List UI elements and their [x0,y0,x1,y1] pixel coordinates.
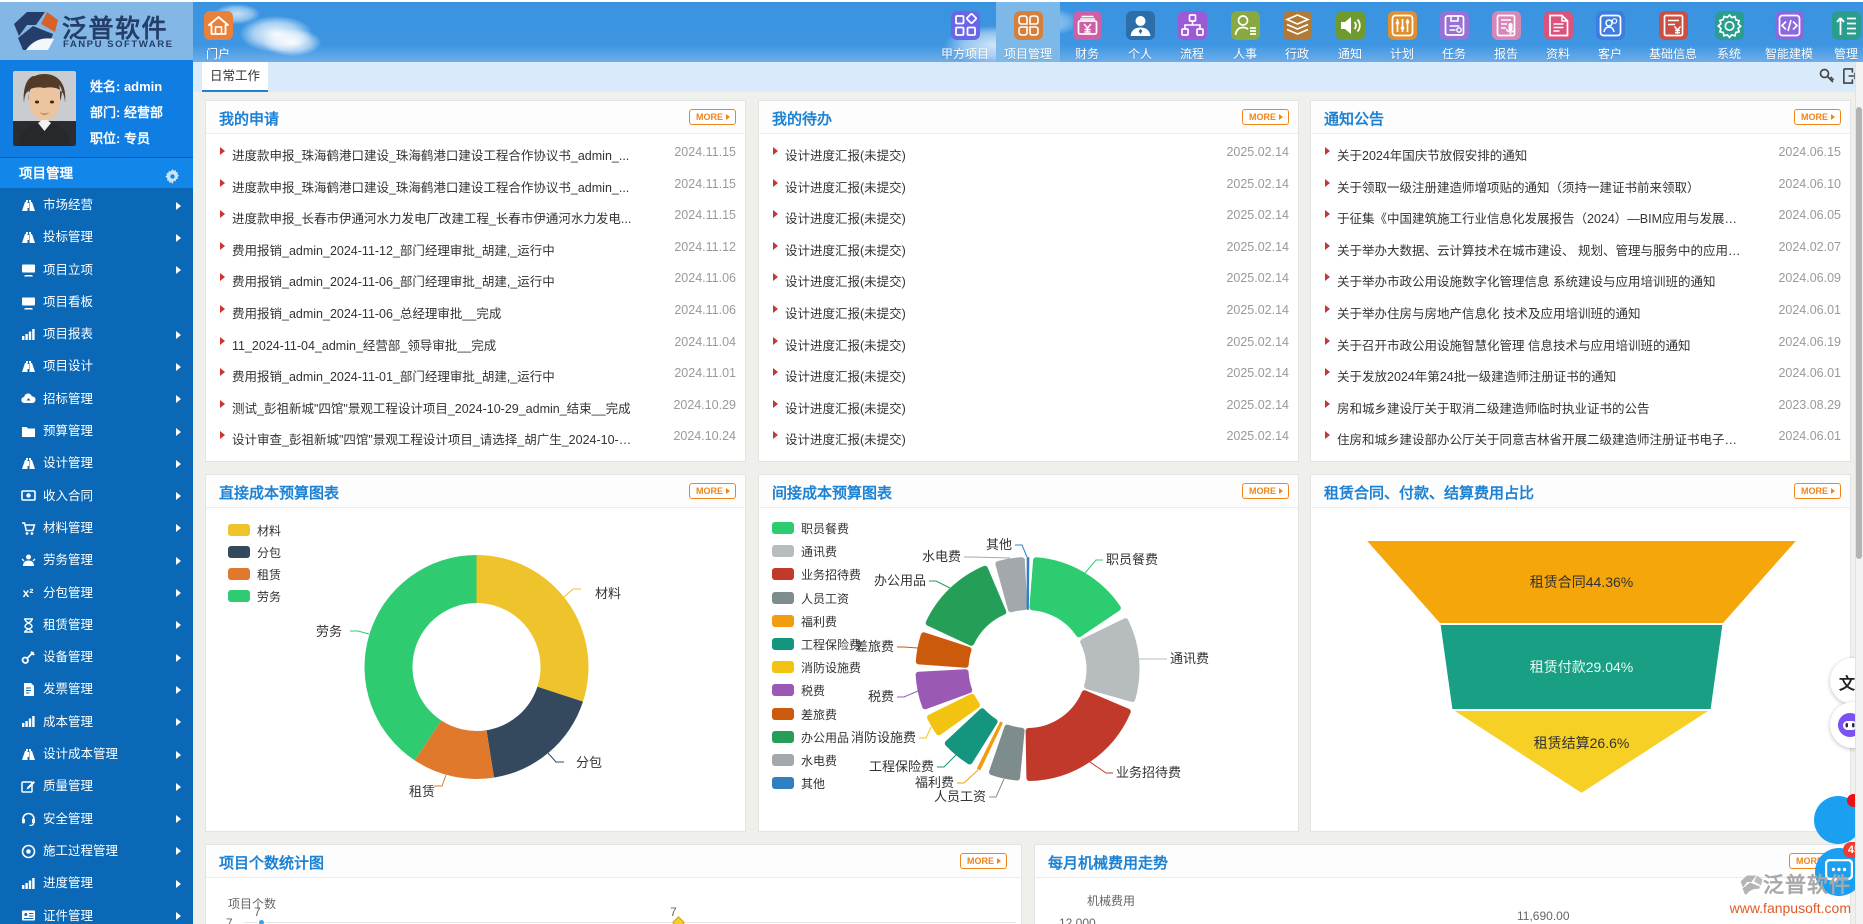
svg-text:分包: 分包 [576,755,602,770]
svg-text:租赁: 租赁 [409,784,435,799]
svg-text:办公用品: 办公用品 [874,573,926,588]
svg-text:业务招待费: 业务招待费 [1116,765,1181,780]
svg-text:职员餐费: 职员餐费 [1106,552,1158,567]
svg-text:其他: 其他 [986,537,1012,552]
svg-text:租赁结算26.6%: 租赁结算26.6% [1534,735,1630,751]
svg-text:工程保险费: 工程保险费 [869,759,934,774]
svg-text:劳务: 劳务 [316,624,342,639]
svg-text:租赁付款29.04%: 租赁付款29.04% [1530,659,1633,675]
svg-text:通讯费: 通讯费 [1170,651,1209,666]
svg-text:水电费: 水电费 [922,549,961,564]
svg-text:材料: 材料 [595,586,621,601]
svg-text:福利费: 福利费 [915,775,954,790]
svg-text:租赁合同44.36%: 租赁合同44.36% [1530,574,1633,590]
svg-text:人员工资: 人员工资 [934,789,986,804]
svg-text:税费: 税费 [868,689,894,704]
